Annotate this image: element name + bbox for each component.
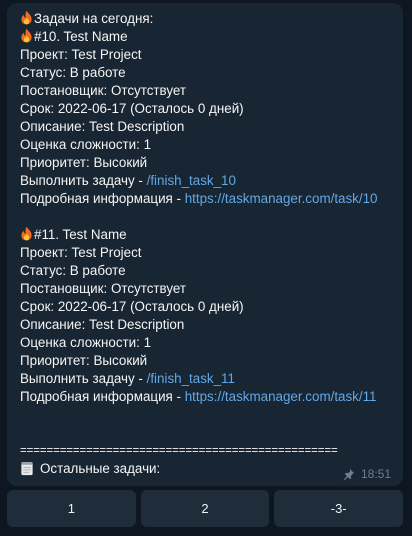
- pin-icon: [343, 468, 355, 481]
- finish-label: Выполнить задачу -: [20, 371, 147, 386]
- details-label: Подробная информация -: [20, 389, 185, 404]
- task-details-row: Подробная информация - https://taskmanag…: [20, 388, 393, 406]
- fire-icon: [21, 10, 32, 25]
- other-tasks-label: Остальные задачи:: [40, 461, 161, 476]
- task-finish-row: Выполнить задачу - /finish_task_11: [20, 370, 393, 388]
- task-priority: Приоритет: Высокий: [20, 155, 148, 170]
- task-status: Статус: В работе: [20, 65, 126, 80]
- message-meta: 18:51: [342, 467, 391, 481]
- finish-label: Выполнить задачу -: [20, 173, 147, 188]
- task-title: #10. Test Name: [20, 28, 393, 46]
- details-label: Подробная информация -: [20, 191, 185, 206]
- finish-task-command-link[interactable]: /finish_task_10: [147, 173, 236, 188]
- task-title-text: #10. Test Name: [34, 29, 128, 44]
- task-description: Описание: Test Description: [20, 119, 185, 134]
- keyboard-button-3[interactable]: -3-: [274, 490, 404, 527]
- task-details-link[interactable]: https://taskmanager.com/task/11: [185, 389, 377, 404]
- task-block-10: #10. Test Name Проект: Test Project Стат…: [20, 28, 393, 208]
- separator-line: ========================================…: [20, 445, 338, 457]
- task-deadline: Срок: 2022-06-17 (Осталось 0 дней): [20, 101, 244, 116]
- notepad-icon: [21, 461, 33, 476]
- task-finish-row: Выполнить задачу - /finish_task_10: [20, 172, 393, 190]
- task-priority: Приоритет: Высокий: [20, 353, 148, 368]
- finish-task-command-link[interactable]: /finish_task_11: [147, 371, 235, 386]
- task-status: Статус: В работе: [20, 263, 126, 278]
- message-bubble: Задачи на сегодня: #10. Test Name Проект…: [7, 3, 403, 486]
- task-assigner: Постановщик: Отсутствует: [20, 83, 187, 98]
- task-title: #11. Test Name: [20, 226, 393, 244]
- task-block-11: #11. Test Name Проект: Test Project Стат…: [20, 226, 393, 406]
- header-text: Задачи на сегодня:: [34, 11, 154, 26]
- keyboard-button-1[interactable]: 1: [7, 490, 136, 527]
- task-complexity: Оценка сложности: 1: [20, 137, 152, 152]
- task-project: Проект: Test Project: [20, 47, 142, 62]
- message-header: Задачи на сегодня:: [20, 10, 393, 28]
- task-project: Проект: Test Project: [20, 245, 142, 260]
- message-time: 18:51: [360, 467, 391, 481]
- fire-icon: [21, 28, 32, 43]
- inline-keyboard: 1 2 -3-: [7, 490, 404, 527]
- keyboard-button-2[interactable]: 2: [140, 490, 270, 527]
- task-details-row: Подробная информация - https://taskmanag…: [20, 190, 393, 208]
- task-title-text: #11. Test Name: [34, 227, 127, 242]
- task-deadline: Срок: 2022-06-17 (Осталось 0 дней): [20, 299, 244, 314]
- task-details-link[interactable]: https://taskmanager.com/task/10: [185, 191, 378, 206]
- task-complexity: Оценка сложности: 1: [20, 335, 152, 350]
- task-description: Описание: Test Description: [20, 317, 185, 332]
- task-assigner: Постановщик: Отсутствует: [20, 281, 187, 296]
- fire-icon: [21, 226, 32, 241]
- other-tasks-row: Остальные задачи:: [20, 460, 393, 478]
